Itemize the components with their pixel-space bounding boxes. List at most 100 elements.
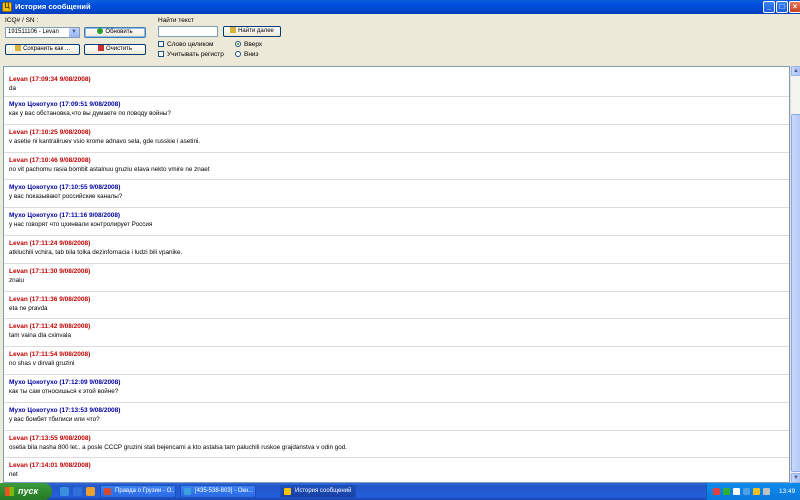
taskbar: пуск Правда о Грузии - О... [435-538-803]… xyxy=(0,483,800,500)
task-label: Правда о Грузии - О... xyxy=(115,488,176,494)
message-item: Мухо Цокотухо (17:11:16 9/08/2008) у нас … xyxy=(4,208,789,236)
message-item: Levan (17:14:01 9/08/2008) net xyxy=(4,458,789,482)
clear-button-label: Очистить xyxy=(105,46,133,52)
message-header: Levan (17:14:01 9/08/2008) xyxy=(9,462,91,470)
internet-explorer-icon[interactable] xyxy=(73,487,82,496)
match-case-checkbox[interactable] xyxy=(158,51,164,57)
direction-down-radio[interactable] xyxy=(235,51,241,57)
message-text: у вас показывают российские каналы? xyxy=(9,193,123,201)
task-app-icon xyxy=(284,488,291,495)
save-as-button-label: Сохранить как ... xyxy=(23,46,70,52)
message-item: Levan (17:11:30 9/08/2008) znaiu xyxy=(4,264,789,292)
message-text: у нас говорят что цхинвали контролирует … xyxy=(9,221,153,229)
message-item: Levan (17:11:36 9/08/2008) eta ne pravda xyxy=(4,292,789,320)
message-item: Levan (17:11:54 9/08/2008) no shas v dirv… xyxy=(4,347,789,375)
task-label: История сообщений xyxy=(295,488,352,494)
icq-label: ICQ# / SN : xyxy=(5,17,39,24)
refresh-button[interactable]: Обновить xyxy=(84,27,146,38)
message-item: Мухо Цокотухо (17:12:09 9/08/2008) как ты… xyxy=(4,375,789,403)
message-header: Мухо Цокотухо (17:12:09 9/08/2008) xyxy=(9,378,121,386)
scrollbar-thumb[interactable] xyxy=(791,114,800,472)
tray-network-icon[interactable] xyxy=(743,488,750,495)
message-text: no shas v dirvali gruzini xyxy=(9,360,75,368)
tray-update-icon[interactable] xyxy=(753,488,760,495)
message-item: Levan (17:10:46 9/08/2008) no vit pachomu… xyxy=(4,153,789,181)
message-item: Levan (17:10:25 9/08/2008) v asetie ni ka… xyxy=(4,125,789,153)
direction-down-label: Вниз xyxy=(244,51,259,58)
taskbar-task[interactable]: [435-538-803] - Окн... xyxy=(180,485,256,498)
whole-word-checkbox[interactable] xyxy=(158,41,164,47)
tray-icq-icon[interactable] xyxy=(723,488,730,495)
find-next-button-label: Найти далее xyxy=(238,28,274,34)
taskbar-task[interactable]: Правда о Грузии - О... xyxy=(100,485,176,498)
message-header: Levan (17:11:36 9/08/2008) xyxy=(9,295,91,303)
message-text: znaiu xyxy=(9,276,25,284)
chevron-down-icon[interactable]: ▼ xyxy=(69,28,79,37)
message-header: Levan (17:11:42 9/08/2008) xyxy=(9,323,91,331)
tray-volume-icon[interactable] xyxy=(733,488,740,495)
message-text: как ты сам относишься к этой войне? xyxy=(9,387,119,395)
message-header: Levan (17:11:54 9/08/2008) xyxy=(9,351,91,359)
message-text: v asetie ni kantraliruev vsio krome adna… xyxy=(9,137,201,145)
minimize-button[interactable]: _ xyxy=(763,1,775,13)
message-item: Levan (17:11:24 9/08/2008) atkluchili vch… xyxy=(4,236,789,264)
taskbar-task[interactable]: История сообщений xyxy=(280,485,356,498)
message-item: Levan (17:09:34 9/08/2008) da xyxy=(4,67,789,97)
message-header: Мухо Цокотухо (17:09:51 9/08/2008) xyxy=(9,101,121,108)
search-label: Найти текст xyxy=(158,17,195,24)
system-tray: 13:49 xyxy=(706,483,800,500)
start-button[interactable]: пуск xyxy=(0,483,52,500)
task-app-icon xyxy=(184,488,191,495)
maximize-button[interactable]: □ xyxy=(776,1,788,13)
message-history[interactable]: Levan (17:09:34 9/08/2008) da Мухо Цокотух… xyxy=(3,66,790,483)
find-icon xyxy=(230,27,237,33)
message-header: Levan (17:10:46 9/08/2008) xyxy=(9,156,91,164)
match-case-label: Учитывать регистр xyxy=(167,51,224,58)
message-item: Мухо Цокотухо (17:13:53 9/08/2008) у вас … xyxy=(4,403,789,431)
message-text: как у вас обстановка,что вы думаете по п… xyxy=(9,110,171,117)
message-item: Levan (17:13:55 9/08/2008) osetia bila na… xyxy=(4,431,789,459)
message-text: atkluchili vchira, tab bila tolka dezinf… xyxy=(9,248,183,256)
icq-select-value: 191511106 - Levan xyxy=(8,29,59,35)
history-window: Ц История сообщений _ □ × ICQ# / SN : 19… xyxy=(0,0,800,483)
message-header: Levan (17:11:24 9/08/2008) xyxy=(9,239,91,247)
clear-button[interactable]: Очистить xyxy=(84,44,146,55)
close-button[interactable]: × xyxy=(789,1,800,13)
message-text: da xyxy=(9,85,17,92)
save-as-button[interactable]: Сохранить как ... xyxy=(5,44,80,55)
message-header: Levan (17:13:55 9/08/2008) xyxy=(9,434,91,442)
message-text: no vit pachomu rasia bombit astalnuu gru… xyxy=(9,165,210,173)
clear-icon xyxy=(97,45,104,51)
show-desktop-icon[interactable] xyxy=(60,487,69,496)
app-icon: Ц xyxy=(2,2,12,12)
window-title: История сообщений xyxy=(15,2,91,11)
task-app-icon xyxy=(104,488,111,495)
task-label: [435-538-803] - Окн... xyxy=(195,488,254,494)
icq-select[interactable]: 191511106 - Levan ▼ xyxy=(5,27,80,38)
message-text: net xyxy=(9,471,18,479)
clock: 13:49 xyxy=(779,488,796,495)
title-bar[interactable]: Ц История сообщений _ □ × xyxy=(0,0,800,14)
refresh-icon xyxy=(97,28,104,34)
tray-antivirus-icon[interactable] xyxy=(713,488,720,495)
media-player-icon[interactable] xyxy=(86,487,95,496)
windows-logo-icon xyxy=(5,487,14,496)
search-input[interactable] xyxy=(158,26,218,37)
message-header: Мухо Цокотухо (17:13:53 9/08/2008) xyxy=(9,406,121,414)
save-icon xyxy=(15,45,22,51)
whole-word-label: Слово целиком xyxy=(167,41,214,48)
vertical-scrollbar[interactable]: ▲ ▼ xyxy=(790,66,800,483)
message-text: osetia bila nasha 800 let.. a posle CCCP… xyxy=(9,443,348,451)
find-next-button[interactable]: Найти далее xyxy=(223,26,281,37)
direction-up-radio[interactable] xyxy=(235,41,241,47)
toolbar: ICQ# / SN : 191511106 - Levan ▼ Обновить… xyxy=(0,14,800,66)
message-header: Levan (17:09:34 9/08/2008) xyxy=(9,76,91,83)
message-item: Levan (17:11:42 9/08/2008) tam vaina dla … xyxy=(4,319,789,348)
tray-safely-remove-icon[interactable] xyxy=(763,488,770,495)
refresh-button-label: Обновить xyxy=(105,29,133,35)
scroll-up-arrow-icon[interactable]: ▲ xyxy=(791,66,800,76)
scroll-down-arrow-icon[interactable]: ▼ xyxy=(791,473,800,483)
message-header: Мухо Цокотухо (17:10:55 9/08/2008) xyxy=(9,184,121,192)
message-header: Мухо Цокотухо (17:11:16 9/08/2008) xyxy=(9,212,121,220)
start-label: пуск xyxy=(18,486,39,496)
